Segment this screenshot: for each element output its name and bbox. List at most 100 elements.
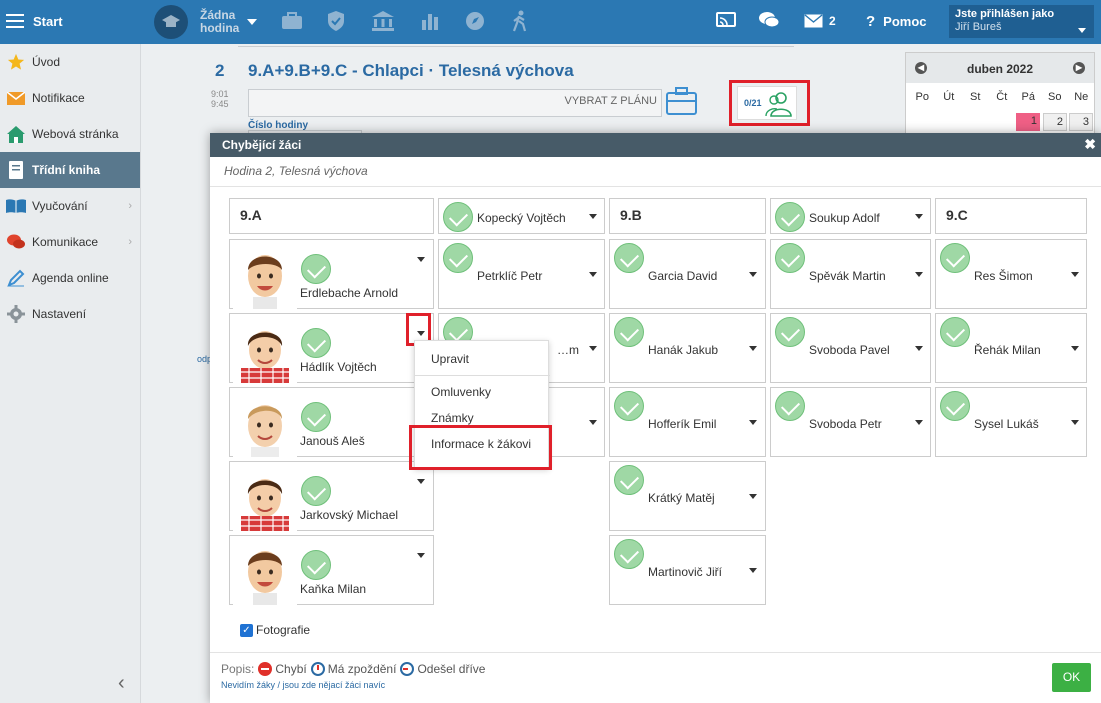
sidebar-item-tridni-kniha[interactable]: Třídní kniha [0, 152, 140, 188]
menu-item-excuses[interactable]: Omluvenky [431, 385, 491, 399]
chevron-down-icon[interactable] [1071, 420, 1079, 425]
student-card[interactable]: Garcia David [609, 239, 766, 309]
student-card[interactable]: Svoboda Pavel [770, 313, 931, 383]
photos-toggle[interactable]: ✓ Fotografie [240, 623, 310, 637]
plan-input[interactable]: VYBRAT Z PLÁNU [248, 89, 662, 117]
present-check-icon[interactable] [614, 317, 644, 347]
present-check-icon[interactable] [614, 243, 644, 273]
student-card[interactable]: Martinovič Jiří [609, 535, 766, 605]
student-card[interactable]: Erdlebache Arnold [229, 239, 434, 309]
chevron-down-icon[interactable] [589, 272, 597, 277]
sidebar-item-komunikace[interactable]: Komunikace › [0, 224, 140, 260]
student-card[interactable]: Svoboda Petr [770, 387, 931, 457]
student-card[interactable]: Kopecký Vojtěch [438, 198, 605, 234]
close-icon[interactable]: ✖ [1084, 136, 1096, 153]
present-check-icon[interactable] [775, 391, 805, 421]
hour-selector[interactable]: Žádna hodina [154, 5, 258, 39]
chevron-down-icon[interactable] [1071, 272, 1079, 277]
calendar-date-selected[interactable]: 1 [1016, 113, 1040, 131]
chevron-down-icon[interactable] [915, 420, 923, 425]
present-check-icon[interactable] [940, 243, 970, 273]
student-name: Svoboda Pavel [809, 343, 890, 357]
present-check-icon[interactable] [301, 402, 331, 432]
compass-button[interactable] [465, 11, 485, 31]
photos-checkbox[interactable]: ✓ [240, 623, 253, 637]
menu-toggle-button[interactable]: Start [6, 13, 63, 29]
statistics-button[interactable] [421, 12, 439, 30]
home-icon [6, 124, 26, 144]
chevron-down-icon[interactable] [749, 568, 757, 573]
student-card[interactable]: Janouš Aleš [229, 387, 434, 457]
present-check-icon[interactable] [443, 243, 473, 273]
shield-button[interactable] [327, 10, 345, 32]
present-check-icon[interactable] [443, 202, 473, 232]
ok-button[interactable]: OK [1052, 663, 1091, 692]
present-check-icon[interactable] [301, 328, 331, 358]
chevron-down-icon[interactable] [915, 214, 923, 219]
student-card[interactable]: Kaňka Milan [229, 535, 434, 605]
chevron-down-icon[interactable] [589, 420, 597, 425]
student-card[interactable]: Sysel Lukáš [935, 387, 1087, 457]
present-check-icon[interactable] [614, 465, 644, 495]
chevron-down-icon[interactable] [589, 214, 597, 219]
sidebar-item-uvod[interactable]: Úvod [0, 44, 140, 80]
help-button[interactable]: ? Pomoc [866, 13, 927, 30]
calendar-date[interactable]: 3 [1069, 113, 1093, 131]
institution-button[interactable] [372, 11, 394, 31]
user-menu[interactable]: Jste přihlášen jako Jiří Bureš [949, 5, 1094, 38]
student-card[interactable]: Petrklíč Petr [438, 239, 605, 309]
calendar-next-icon[interactable]: ▶ [1073, 62, 1085, 74]
sidebar-item-label: Notifikace [32, 91, 85, 105]
menu-item-grades[interactable]: Známky [431, 411, 474, 425]
chevron-down-icon[interactable] [749, 346, 757, 351]
present-check-icon[interactable] [301, 254, 331, 284]
sidebar-item-agenda-online[interactable]: Agenda online [0, 260, 140, 296]
messages-button[interactable]: 2 [804, 14, 836, 28]
present-check-icon[interactable] [301, 476, 331, 506]
student-card[interactable]: Krátký Matěj [609, 461, 766, 531]
chevron-down-icon[interactable] [915, 346, 923, 351]
chevron-down-icon[interactable] [749, 272, 757, 277]
chevron-down-icon[interactable] [915, 272, 923, 277]
student-card[interactable]: Jarkovský Michael [229, 461, 434, 531]
chevron-down-icon[interactable] [417, 257, 425, 262]
student-card[interactable]: Soukup Adolf [770, 198, 931, 234]
student-card[interactable]: Hofferík Emil [609, 387, 766, 457]
cast-button[interactable] [716, 12, 736, 29]
collapse-sidebar-icon[interactable]: ‹ [118, 672, 125, 695]
class-name: 9.A [240, 207, 262, 223]
chevron-down-icon[interactable] [749, 494, 757, 499]
sidebar-item-notifikace[interactable]: Notifikace [0, 80, 140, 116]
chevron-down-icon[interactable] [417, 479, 425, 484]
hiking-button[interactable] [509, 10, 531, 32]
student-card[interactable]: Res Šimon [935, 239, 1087, 309]
chevron-down-icon[interactable] [589, 346, 597, 351]
student-card[interactable]: Hádlík Vojtěch [229, 313, 434, 383]
menu-item-edit[interactable]: Upravit [431, 352, 469, 366]
student-card[interactable]: Hanák Jakub [609, 313, 766, 383]
sidebar-item-nastaveni[interactable]: Nastavení [0, 296, 140, 332]
present-check-icon[interactable] [614, 391, 644, 421]
chevron-down-icon[interactable] [1071, 346, 1079, 351]
present-check-icon[interactable] [775, 202, 805, 232]
student-card[interactable]: Spěvák Martin [770, 239, 931, 309]
lesson-title: 9.A+9.B+9.C - Chlapci · Telesná výchova [248, 61, 574, 80]
chevron-down-icon[interactable] [749, 420, 757, 425]
sidebar-item-webova-stranka[interactable]: Webová stránka [0, 116, 140, 152]
calendar-prev-icon[interactable]: ◀ [915, 62, 927, 74]
sidebar-item-vyucovani[interactable]: Vyučování › [0, 188, 140, 224]
plan-briefcase-button[interactable] [666, 87, 697, 118]
present-check-icon[interactable] [775, 317, 805, 347]
student-card[interactable]: Řehák Milan [935, 313, 1087, 383]
present-check-icon[interactable] [775, 243, 805, 273]
present-check-icon[interactable] [614, 539, 644, 569]
chat-button[interactable] [759, 11, 779, 29]
class-header-9a: 9.A [229, 198, 434, 234]
missing-students-link[interactable]: Nevidím žáky / jsou zde nějací žáci naví… [221, 680, 385, 690]
briefcase-button[interactable] [281, 12, 303, 30]
present-check-icon[interactable] [301, 550, 331, 580]
chevron-down-icon[interactable] [417, 553, 425, 558]
present-check-icon[interactable] [940, 391, 970, 421]
calendar-date[interactable]: 2 [1043, 113, 1067, 131]
present-check-icon[interactable] [940, 317, 970, 347]
